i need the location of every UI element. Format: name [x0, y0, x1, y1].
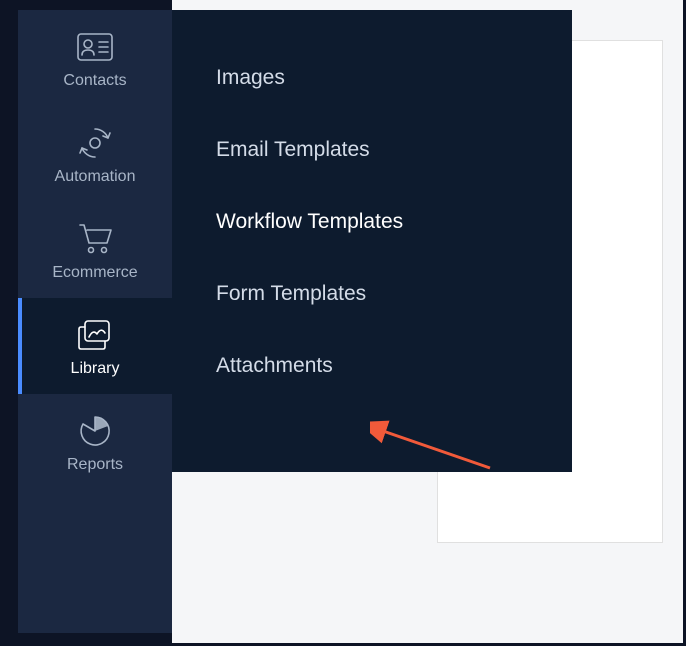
sidebar-item-label: Ecommerce [52, 264, 137, 282]
sidebar-item-library[interactable]: Library [18, 298, 172, 394]
library-icon [75, 318, 115, 352]
sidebar: Contacts Automation Ecommerce [18, 10, 172, 633]
flyout-item-email-templates[interactable]: Email Templates [172, 114, 572, 186]
sidebar-item-contacts[interactable]: Contacts [18, 10, 172, 106]
sidebar-item-label: Library [71, 360, 120, 378]
contact-card-icon [75, 30, 115, 64]
library-flyout-menu: Images Email Templates Workflow Template… [172, 10, 572, 472]
sidebar-item-label: Contacts [63, 72, 126, 90]
automation-icon [75, 126, 115, 160]
flyout-item-images[interactable]: Images [172, 42, 572, 114]
sidebar-item-label: Reports [67, 456, 123, 474]
sidebar-item-label: Automation [55, 168, 136, 186]
sidebar-item-ecommerce[interactable]: Ecommerce [18, 202, 172, 298]
pie-chart-icon [75, 414, 115, 448]
sidebar-item-automation[interactable]: Automation [18, 106, 172, 202]
flyout-item-workflow-templates[interactable]: Workflow Templates [172, 186, 572, 258]
sidebar-item-reports[interactable]: Reports [18, 394, 172, 490]
flyout-item-attachments[interactable]: Attachments [172, 330, 572, 402]
flyout-item-form-templates[interactable]: Form Templates [172, 258, 572, 330]
cart-icon [75, 222, 115, 256]
